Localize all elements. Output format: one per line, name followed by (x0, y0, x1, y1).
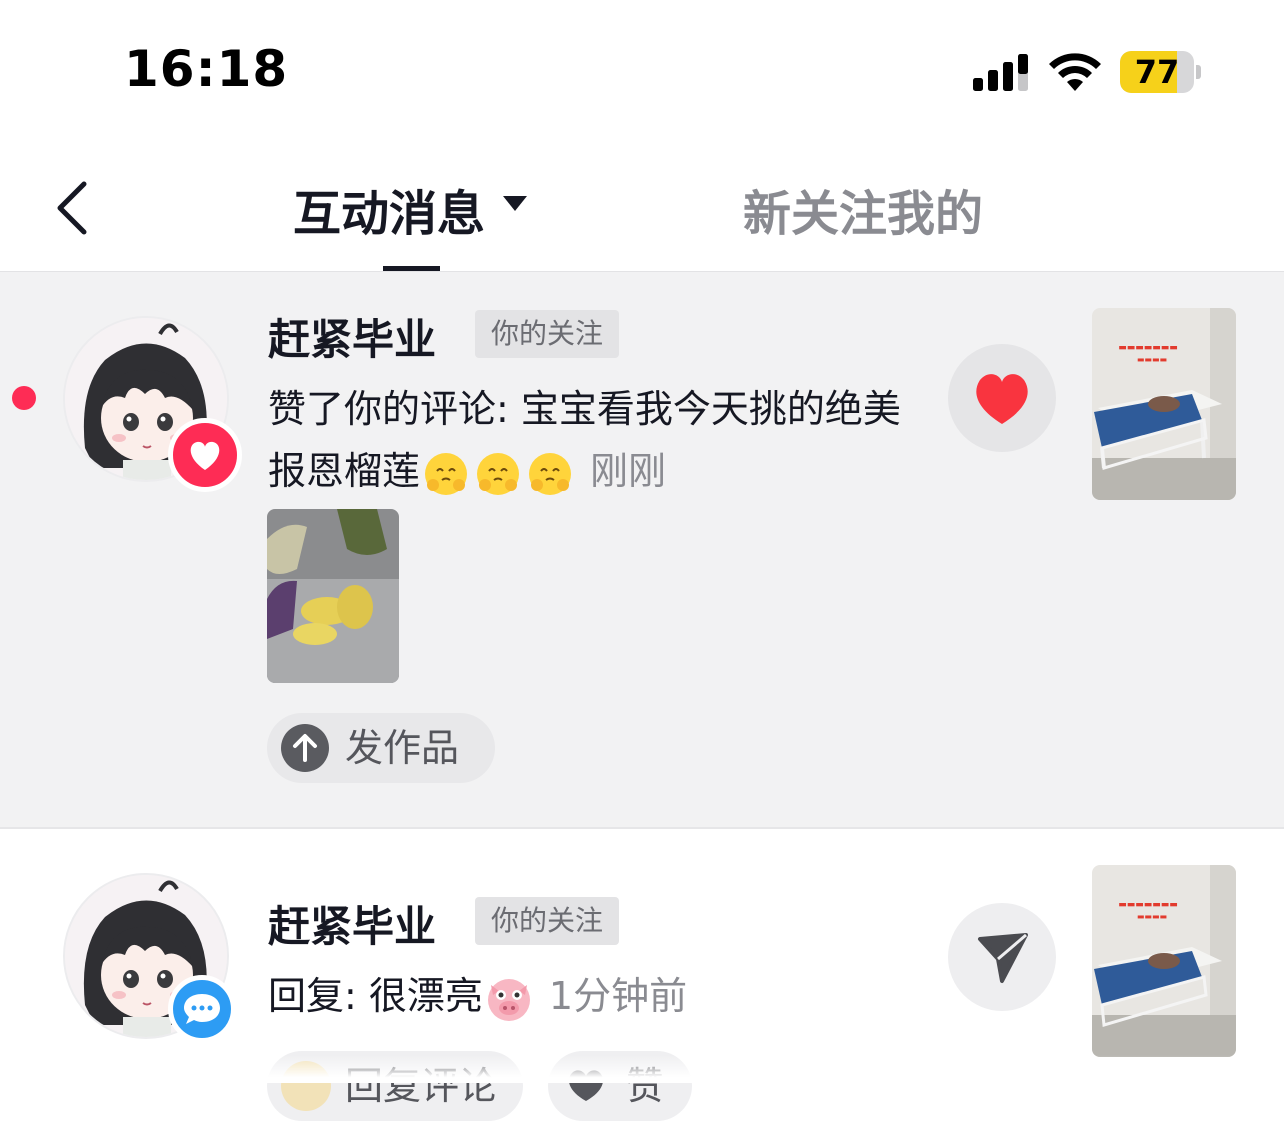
pig-face-emoji (487, 978, 530, 1021)
tab-new-followers[interactable]: 新关注我的 (743, 174, 983, 244)
top-nav: 互动消息 新关注我的 (0, 140, 1284, 272)
username[interactable]: 赶紧毕业 (268, 893, 436, 954)
tab-interactions[interactable]: 互动消息 (293, 174, 485, 244)
message-text[interactable]: 回复: 很漂亮 1分钟前 (268, 965, 908, 1027)
bottom-fade (0, 1055, 1284, 1083)
timestamp: 刚刚 (590, 449, 667, 493)
arrow-up-icon (281, 724, 329, 772)
battery-level: 77 (1134, 53, 1180, 91)
post-work-label: 发作品 (345, 726, 460, 770)
chat-bubble-icon (168, 975, 236, 1043)
cellular-signal-icon (973, 54, 1028, 91)
tab-active-indicator (383, 266, 440, 271)
message-text[interactable]: 赞了你的评论: 宝宝看我今天挑的绝美报恩榴莲 刚刚 (268, 378, 908, 502)
chevron-left-icon[interactable] (48, 178, 98, 238)
message-body: 赞了你的评论: 宝宝看我今天挑的绝美报恩榴莲 (268, 387, 901, 493)
username[interactable]: 赶紧毕业 (268, 306, 436, 367)
svg-text:▬▬▬▬: ▬▬▬▬ (1137, 355, 1167, 364)
send-button[interactable] (948, 903, 1056, 1011)
hugging-face-emoji (529, 452, 572, 495)
following-tag: 你的关注 (475, 897, 619, 945)
notification-item[interactable]: 赶紧毕业 你的关注 回复: 很漂亮 1分钟前 回复评论 赞 ▬▬▬▬▬▬▬ ▬▬▬… (0, 829, 1284, 1121)
heart-icon (168, 418, 242, 492)
svg-text:▬▬▬▬▬▬▬: ▬▬▬▬▬▬▬ (1118, 343, 1178, 353)
hugging-face-emoji (477, 452, 520, 495)
send-icon (978, 933, 1028, 983)
video-thumbnail[interactable]: ▬▬▬▬▬▬▬ ▬▬▬▬ (1092, 308, 1236, 500)
battery-indicator: 77 (1120, 51, 1202, 93)
heart-icon (976, 374, 1028, 424)
status-time: 16:18 (124, 40, 289, 98)
hugging-face-emoji (425, 452, 468, 495)
message-body: 回复: 很漂亮 (268, 974, 483, 1018)
following-tag: 你的关注 (475, 310, 619, 358)
timestamp: 1分钟前 (548, 974, 688, 1018)
wifi-icon (1049, 53, 1101, 91)
status-bar: 16:18 77 (0, 0, 1284, 140)
video-thumbnail[interactable]: ▬▬▬▬▬▬▬ ▬▬▬▬ (1092, 865, 1236, 1057)
unread-dot (12, 386, 36, 410)
svg-text:▬▬▬▬▬▬▬: ▬▬▬▬▬▬▬ (1118, 900, 1178, 910)
post-work-button[interactable]: 发作品 (267, 713, 495, 783)
caret-down-icon[interactable] (503, 196, 527, 211)
svg-text:▬▬▬▬: ▬▬▬▬ (1137, 912, 1167, 921)
like-button[interactable] (948, 344, 1056, 452)
comment-image-durian[interactable] (267, 509, 399, 683)
notification-item[interactable]: 赶紧毕业 你的关注 赞了你的评论: 宝宝看我今天挑的绝美报恩榴莲刚刚 发作品 (0, 272, 1284, 827)
